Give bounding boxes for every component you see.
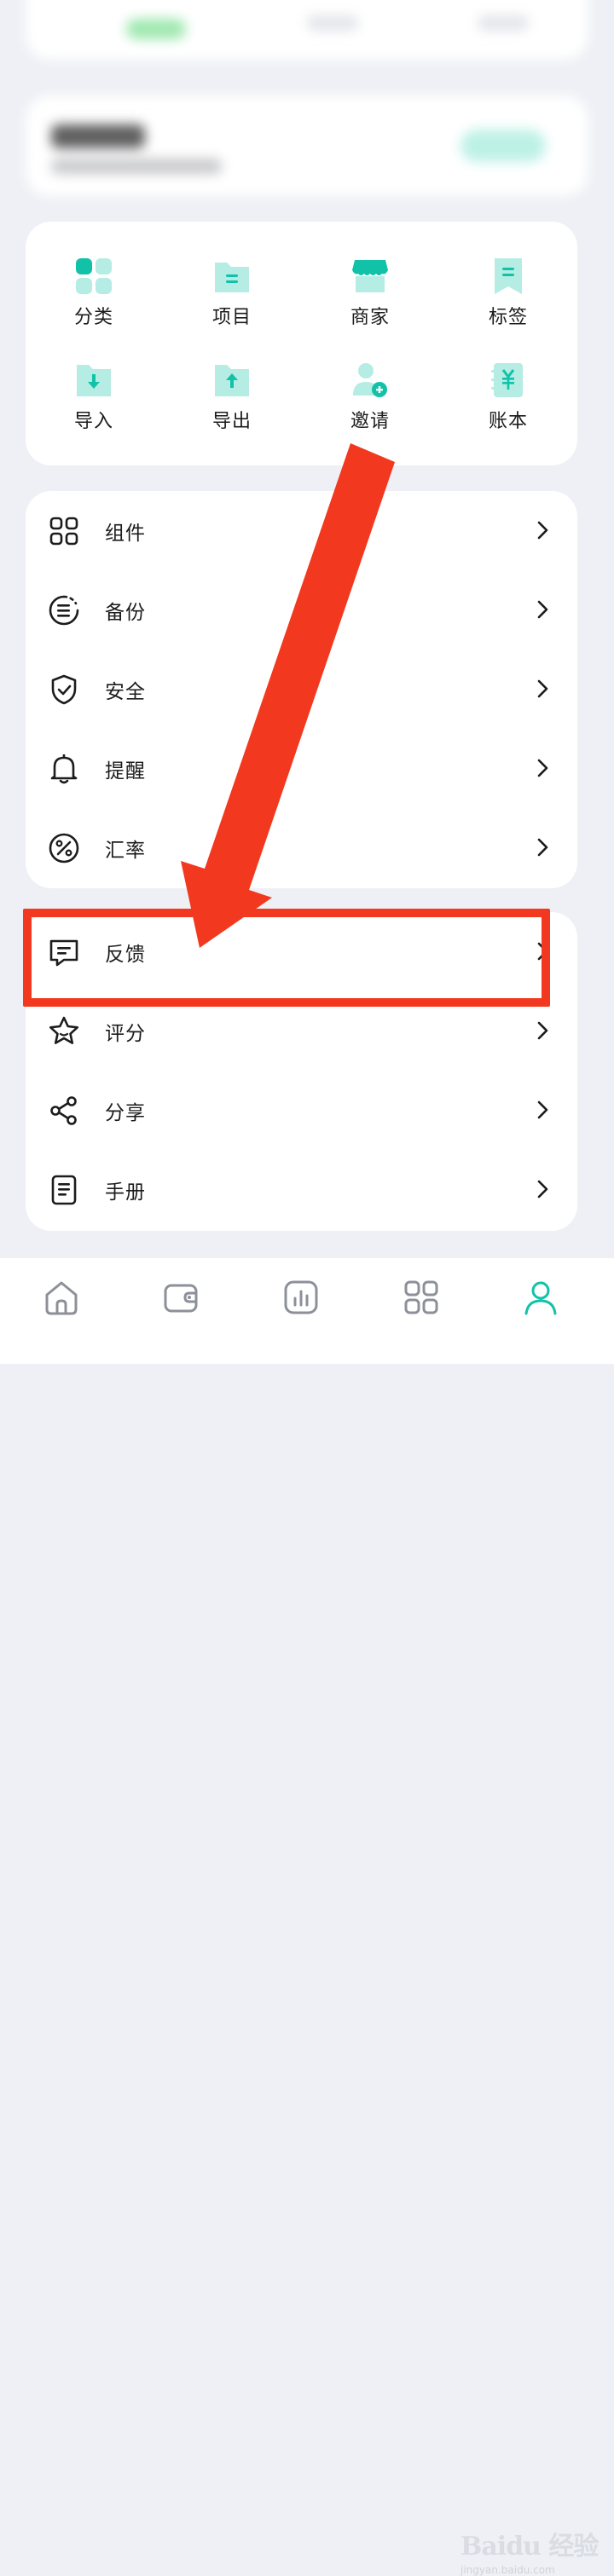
widgets-grid-icon [49,517,78,546]
settings-item-label: 汇率 [105,840,146,862]
quick-action-store[interactable]: 商家 [319,257,421,329]
settings-item-share[interactable]: 分享 [26,1071,577,1150]
home-icon[interactable] [43,1279,80,1316]
baidu-watermark: Baidu 经验 jingyan.baidu.com [460,2525,599,2576]
summary-card [26,0,588,60]
promo-card[interactable] [26,95,588,196]
settings-item-label: 备份 [105,602,146,624]
settings-item-label: 安全 [105,681,146,703]
quick-action-category[interactable]: 分类 [43,257,145,329]
quick-action-label: 分类 [73,307,113,328]
profile-icon[interactable] [522,1279,559,1316]
promo-button[interactable] [460,130,546,162]
watermark-logo: Baidu 经验 [460,2532,599,2562]
store-icon [351,257,389,295]
quick-action-label: 账本 [488,411,528,432]
backup-icon [49,595,79,626]
settings-item-rate-app[interactable]: 评分 [26,991,577,1071]
wallet-icon[interactable] [162,1279,200,1316]
quick-action-export[interactable]: 导出 [181,361,283,433]
feedback-message-icon [49,939,78,967]
quick-action-tag[interactable]: 标签 [457,257,559,329]
project-folder-icon [213,257,251,295]
invite-user-icon [351,361,389,399]
settings-group-1: 组件 备份 安全 提醒 汇率 [26,491,577,888]
settings-item-label: 反馈 [105,944,146,966]
promo-title [51,124,145,148]
summary-value [478,15,529,31]
quick-action-label: 导入 [73,411,113,432]
settings-group-2: 反馈 评分 分享 手册 [26,912,577,1231]
chart-icon[interactable] [282,1279,320,1316]
chevron-right-icon [537,942,548,961]
star-icon [49,1016,78,1044]
chevron-right-icon [537,1100,548,1119]
settings-item-feedback[interactable]: 反馈 [26,912,577,991]
chevron-right-icon [537,759,548,777]
quick-action-label: 导出 [211,411,252,432]
bookmark-tag-icon [489,257,527,295]
settings-item-label: 手册 [105,1181,146,1204]
shield-check-icon [51,674,77,705]
promo-subtitle [51,159,222,174]
settings-item-label: 组件 [105,523,146,545]
settings-item-label: 分享 [105,1102,146,1124]
chevron-right-icon [537,838,548,857]
percent-icon [49,833,79,863]
apps-grid-icon[interactable] [403,1279,440,1316]
quick-action-label: 项目 [211,307,252,328]
chevron-right-icon [537,521,548,540]
quick-action-invite[interactable]: 邀请 [319,361,421,433]
settings-item-backup[interactable]: 备份 [26,570,577,650]
quick-actions-card: 分类 项目 商家 标签 导入 导出 邀请 账本 [26,222,577,465]
chevron-right-icon [537,679,548,698]
settings-item-widgets[interactable]: 组件 [26,491,577,570]
export-folder-icon [213,361,251,399]
chevron-right-icon [537,1180,548,1198]
settings-item-label: 评分 [105,1023,146,1045]
bottom-tab-bar: Baidu 经验 jingyan.baidu.com [0,1258,614,2576]
quick-action-label: 商家 [350,307,390,328]
settings-item-label: 提醒 [105,760,146,783]
settings-item-reminder[interactable]: 提醒 [26,729,577,808]
bell-icon [50,754,78,784]
summary-badge [126,19,186,39]
watermark-url: jingyan.baidu.com [460,2564,555,2576]
quick-action-ledger[interactable]: 账本 [457,361,559,433]
summary-value [307,15,358,31]
import-folder-icon [75,361,113,399]
chevron-right-icon [537,600,548,619]
quick-action-label: 邀请 [350,411,390,432]
quick-action-import[interactable]: 导入 [43,361,145,433]
settings-item-exchange-rate[interactable]: 汇率 [26,808,577,887]
settings-item-manual[interactable]: 手册 [26,1150,577,1229]
chevron-right-icon [537,1021,548,1040]
share-icon [50,1096,77,1125]
category-icon [75,257,113,295]
settings-item-security[interactable]: 安全 [26,650,577,729]
manual-document-icon [51,1175,77,1205]
quick-action-label: 标签 [488,307,528,328]
quick-action-project[interactable]: 项目 [181,257,283,329]
ledger-yen-icon [489,361,527,399]
